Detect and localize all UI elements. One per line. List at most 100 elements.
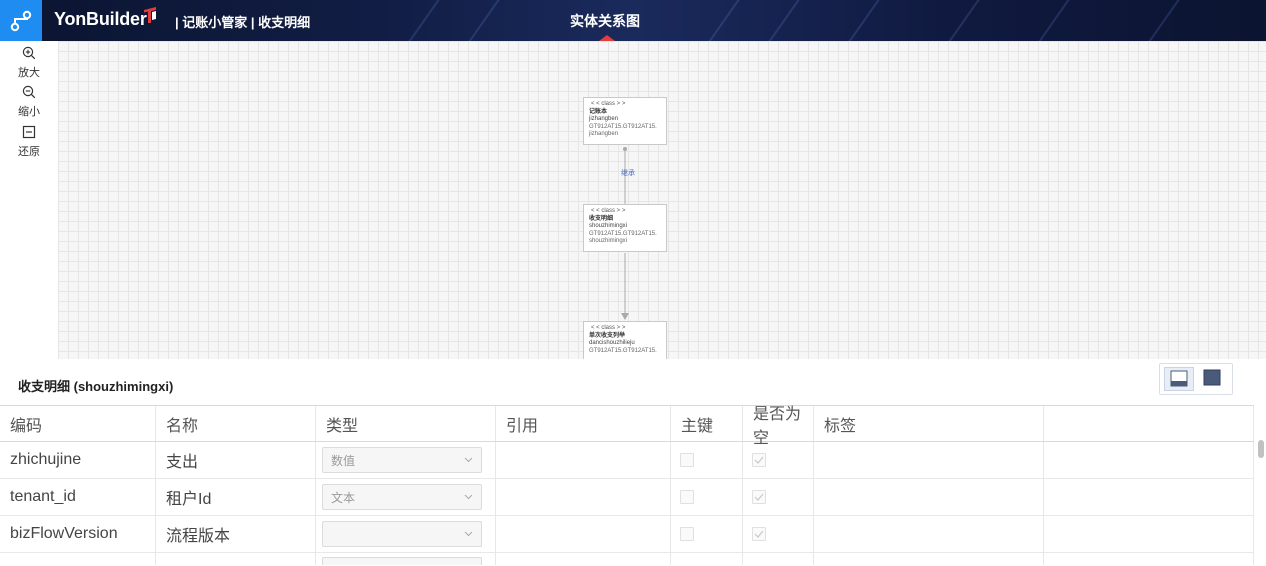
check-icon xyxy=(754,456,764,464)
col-header-type[interactable]: 类型 xyxy=(316,406,496,441)
reset-zoom-button[interactable]: 还原 xyxy=(0,125,58,159)
type-select[interactable] xyxy=(322,557,482,565)
page-title: 实体关系图 xyxy=(570,13,640,29)
cell-name xyxy=(156,553,316,565)
cell-tags[interactable] xyxy=(814,479,1044,515)
layout-full-icon xyxy=(1203,369,1221,386)
cell-extra xyxy=(1044,479,1254,515)
node-table-2: shouzhimingxi xyxy=(589,238,628,244)
cell-code: zhichujine xyxy=(0,442,156,478)
col-header-primary-key[interactable]: 主键 xyxy=(671,406,743,441)
col-header-extra xyxy=(1044,406,1254,441)
cell-primary-key xyxy=(671,516,743,552)
table-scrollbar[interactable] xyxy=(1258,440,1264,458)
col-header-nullable[interactable]: 是否为空 xyxy=(743,406,814,447)
cell-primary-key xyxy=(671,442,743,478)
layout-toggle xyxy=(1159,363,1233,395)
inheritance-endpoint xyxy=(623,147,627,151)
table-row[interactable]: tenant_id 租户Id 文本 xyxy=(0,479,1254,516)
er-diagram-canvas[interactable]: < < class > > 记账本 jizhangben GT912AT15.G… xyxy=(58,41,1266,359)
layout-full-button[interactable] xyxy=(1198,367,1228,391)
cell-reference[interactable] xyxy=(496,479,671,515)
cell-extra xyxy=(1044,553,1254,565)
cell-reference[interactable] xyxy=(496,442,671,478)
type-select[interactable]: 文本 xyxy=(322,484,482,510)
table-row[interactable]: zhichujine 支出 数值 xyxy=(0,442,1254,479)
node-table-2: jizhangben xyxy=(589,131,619,137)
relation-label: 继承 xyxy=(621,170,635,177)
node-table: GT912AT15.GT912AT15. xyxy=(589,123,657,130)
layout-bottom-button[interactable] xyxy=(1164,367,1194,391)
zoom-in-button[interactable]: 放大 xyxy=(0,46,58,80)
nullable-checkbox[interactable] xyxy=(752,527,766,541)
cell-tags xyxy=(814,553,1044,565)
cell-code xyxy=(0,553,156,565)
cell-reference[interactable] xyxy=(496,516,671,552)
diagram-toolbar: 放大 缩小 还原 xyxy=(0,41,58,359)
nullable-checkbox[interactable] xyxy=(752,453,766,467)
cell-type: 文本 xyxy=(316,479,496,515)
node-table: GT912AT15.GT912AT15. xyxy=(589,230,657,237)
node-name: 记账本 xyxy=(589,108,608,115)
cell-nullable xyxy=(743,442,814,478)
nullable-checkbox[interactable] xyxy=(752,490,766,504)
yonbuilder-logo: YonBuilder xyxy=(54,9,147,29)
type-select-value: 数值 xyxy=(331,453,356,468)
table-row-partial[interactable] xyxy=(0,553,1254,565)
cell-name: 支出 xyxy=(156,442,316,478)
cell-name: 租户Id xyxy=(156,479,316,515)
cell-reference xyxy=(496,553,671,565)
type-select[interactable]: 数值 xyxy=(322,447,482,473)
logo-mark-icon xyxy=(144,7,156,23)
cell-tags[interactable] xyxy=(814,516,1044,552)
zoom-out-button[interactable]: 缩小 xyxy=(0,85,58,119)
node-name: 单次收支列举 xyxy=(589,332,626,339)
entity-node-shouzhimingxi[interactable]: < < class > > 收支明细 shouzhimingxi GT912AT… xyxy=(583,204,667,252)
cell-primary-key xyxy=(671,553,743,565)
cell-nullable xyxy=(743,553,814,565)
node-stereotype: < < class > > xyxy=(591,101,626,107)
chevron-down-icon xyxy=(464,494,473,500)
top-header: YonBuilder | 记账小管家 | 收支明细 实体关系图 xyxy=(0,0,1266,41)
type-select-value: 文本 xyxy=(331,490,356,505)
layout-bottom-icon xyxy=(1170,370,1188,387)
primary-key-checkbox[interactable] xyxy=(680,453,694,467)
node-name: 收支明细 xyxy=(589,215,614,222)
table-row[interactable]: bizFlowVersion 流程版本 xyxy=(0,516,1254,553)
check-icon xyxy=(754,530,764,538)
node-stereotype: < < class > > xyxy=(591,208,626,214)
node-stereotype: < < class > > xyxy=(591,325,626,331)
col-header-code[interactable]: 编码 xyxy=(0,406,156,441)
table-header-row: 编码 名称 类型 引用 主键 是否为空 标签 xyxy=(0,405,1254,447)
zoom-out-label: 缩小 xyxy=(18,106,40,118)
cell-code: tenant_id xyxy=(0,479,156,515)
reset-label: 还原 xyxy=(18,146,40,158)
node-table: GT912AT15.GT912AT15. xyxy=(589,347,657,354)
chevron-down-icon xyxy=(464,457,473,463)
type-select[interactable] xyxy=(322,521,482,547)
chevron-down-icon xyxy=(464,531,473,537)
col-header-tags[interactable]: 标签 xyxy=(814,406,1044,441)
cell-type xyxy=(316,553,496,565)
col-header-reference[interactable]: 引用 xyxy=(496,406,671,441)
zoom-out-icon xyxy=(22,85,36,99)
cell-primary-key xyxy=(671,479,743,515)
cell-extra xyxy=(1044,442,1254,478)
primary-key-checkbox[interactable] xyxy=(680,490,694,504)
relation-lines xyxy=(621,147,629,320)
cell-name: 流程版本 xyxy=(156,516,316,552)
entity-node-jizhangben[interactable]: < < class > > 记账本 jizhangben GT912AT15.G… xyxy=(583,97,667,145)
cell-tags[interactable] xyxy=(814,442,1044,478)
breadcrumb: | 记账小管家 | 收支明细 xyxy=(175,15,311,30)
zoom-in-icon xyxy=(22,46,36,60)
primary-key-checkbox[interactable] xyxy=(680,527,694,541)
cell-type: 数值 xyxy=(316,442,496,478)
col-header-name[interactable]: 名称 xyxy=(156,406,316,441)
node-code: jizhangben xyxy=(589,116,619,122)
check-icon xyxy=(754,493,764,501)
entity-node-dancishouzhilieju[interactable]: < < class > > 单次收支列举 dancishouzhilieju G… xyxy=(583,321,667,359)
field-table: 编码 名称 类型 引用 主键 是否为空 标签 zhichujine 支出 数值 xyxy=(0,405,1254,565)
cell-nullable xyxy=(743,479,814,515)
node-code: dancishouzhilieju xyxy=(589,340,635,346)
app-switcher-icon[interactable] xyxy=(0,0,42,41)
